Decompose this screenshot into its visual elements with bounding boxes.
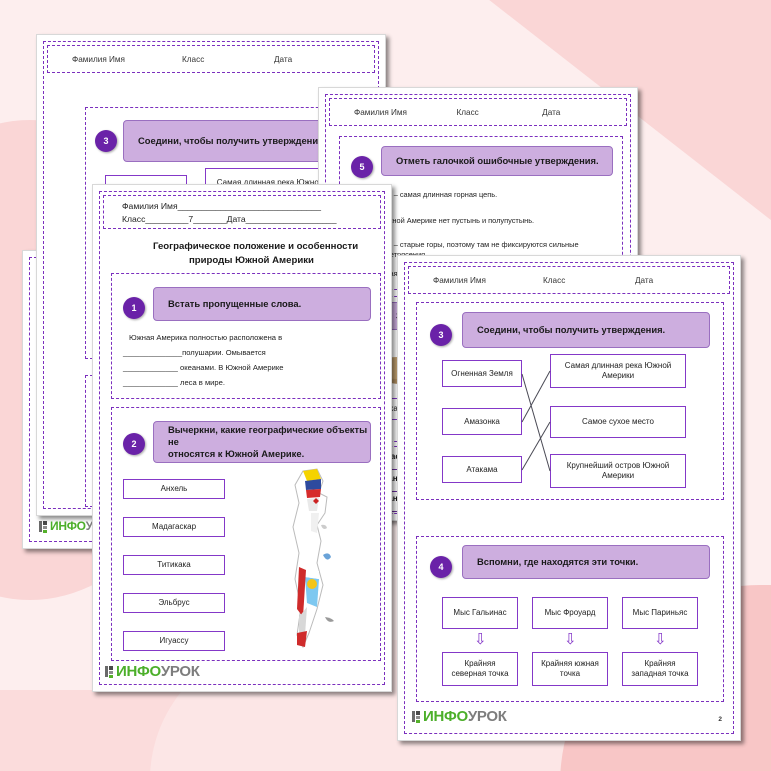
logo-text-green: ИНФО (423, 708, 468, 725)
student-info-header: Фамилия Имя Класс Дата (47, 45, 375, 73)
option-box[interactable]: Титикака (123, 555, 225, 575)
point-box-bottom[interactable]: Крайняя северная точка (442, 652, 518, 686)
option-box[interactable]: Мадагаскар (123, 517, 225, 537)
task-1-text-line-1: Южная Америка полностью расположена в (129, 333, 283, 342)
name-fill-line[interactable]: Фамилия Имя_____________________________… (122, 200, 380, 213)
point-box-bottom[interactable]: Крайняя южная точка (532, 652, 608, 686)
logo-text-green: ИНФО (116, 663, 161, 680)
task-number-badge: 1 (123, 297, 145, 319)
down-arrow-icon: ⇩ (474, 631, 487, 648)
checkbox-label: В Южной Америке нет пустынь и полупустын… (373, 216, 535, 225)
point-box-bottom[interactable]: Крайняя западная точка (622, 652, 698, 686)
logo-mark-icon (412, 710, 421, 723)
header-class-label: Класс (182, 54, 205, 64)
point-box-top[interactable]: Мыс Гальинас (442, 597, 518, 629)
south-america-map-image (283, 467, 379, 655)
task-prompt-banner: Вычеркни, какие географические объекты н… (153, 421, 371, 463)
class-date-fill-line[interactable]: Класс_________7_______Дата______________… (122, 213, 380, 226)
header-name-label: Фамилия Имя (72, 54, 125, 64)
task-prompt-banner: Встать пропущенные слова. (153, 287, 371, 321)
task-prompt-banner: Вспомни, где находятся эти точки. (462, 545, 710, 579)
logo-text-green: ИНФО (50, 519, 86, 533)
logo-mark-icon (105, 665, 114, 678)
option-box[interactable]: Эльбрус (123, 593, 225, 613)
point-box-top[interactable]: Мыс Париньяс (622, 597, 698, 629)
worksheet-title-line1: Географическое положение и особенности (153, 241, 359, 252)
down-arrow-icon: ⇩ (564, 631, 577, 648)
header-date-label: Дата (542, 107, 561, 117)
task-prompt-banner: Отметь галочкой ошибочные утверждения. (381, 146, 613, 176)
checkbox-label: Анды – самая длинная горная цепь. (373, 190, 498, 199)
brand-logo: ИНФОУРОК (412, 708, 507, 725)
logo-mark-icon (39, 520, 48, 533)
point-box-top[interactable]: Мыс Фроуард (532, 597, 608, 629)
task-number-badge: 2 (123, 433, 145, 455)
task-number-badge: 4 (430, 556, 452, 578)
brand-logo: ИНФОУРОК (105, 663, 200, 680)
logo-text-gray: УРОК (160, 663, 200, 680)
header-name-label: Фамилия Имя (354, 107, 407, 117)
page-number: 2 (718, 716, 722, 723)
task-2-prompt-line1: Вычеркни, какие географические объекты н… (168, 424, 368, 447)
task-number-badge: 3 (95, 130, 117, 152)
task-number-badge: 5 (351, 156, 373, 178)
task-1-text-line-3[interactable]: _____________ океанами. В Южной Америке (123, 361, 284, 374)
worksheet-title-line2: природы Южной Америки (189, 255, 314, 266)
task-1-text-line-4[interactable]: _____________ леса в мире. (123, 376, 225, 389)
worksheet-tasks-1-2[interactable]: Фамилия Имя_____________________________… (92, 184, 392, 692)
task-2-prompt-line2: относятся к Южной Америке. (168, 448, 305, 459)
option-box[interactable]: Игуассу (123, 631, 225, 651)
task-1-text-line-2[interactable]: ______________полушарии. Омывается (123, 346, 266, 359)
logo-text-gray: УРОК (467, 708, 507, 725)
student-info-header: Фамилия Имя_____________________________… (103, 195, 381, 229)
option-box[interactable]: Анхель (123, 479, 225, 499)
down-arrow-icon: ⇩ (654, 631, 667, 648)
header-class-label: Класс (456, 107, 479, 117)
header-date-label: Дата (274, 54, 293, 64)
worksheet-front[interactable]: Фамилия Имя Класс Дата 3 Соедини, чтобы … (397, 255, 741, 741)
student-info-header: Фамилия Имя Класс Дата (329, 98, 627, 126)
